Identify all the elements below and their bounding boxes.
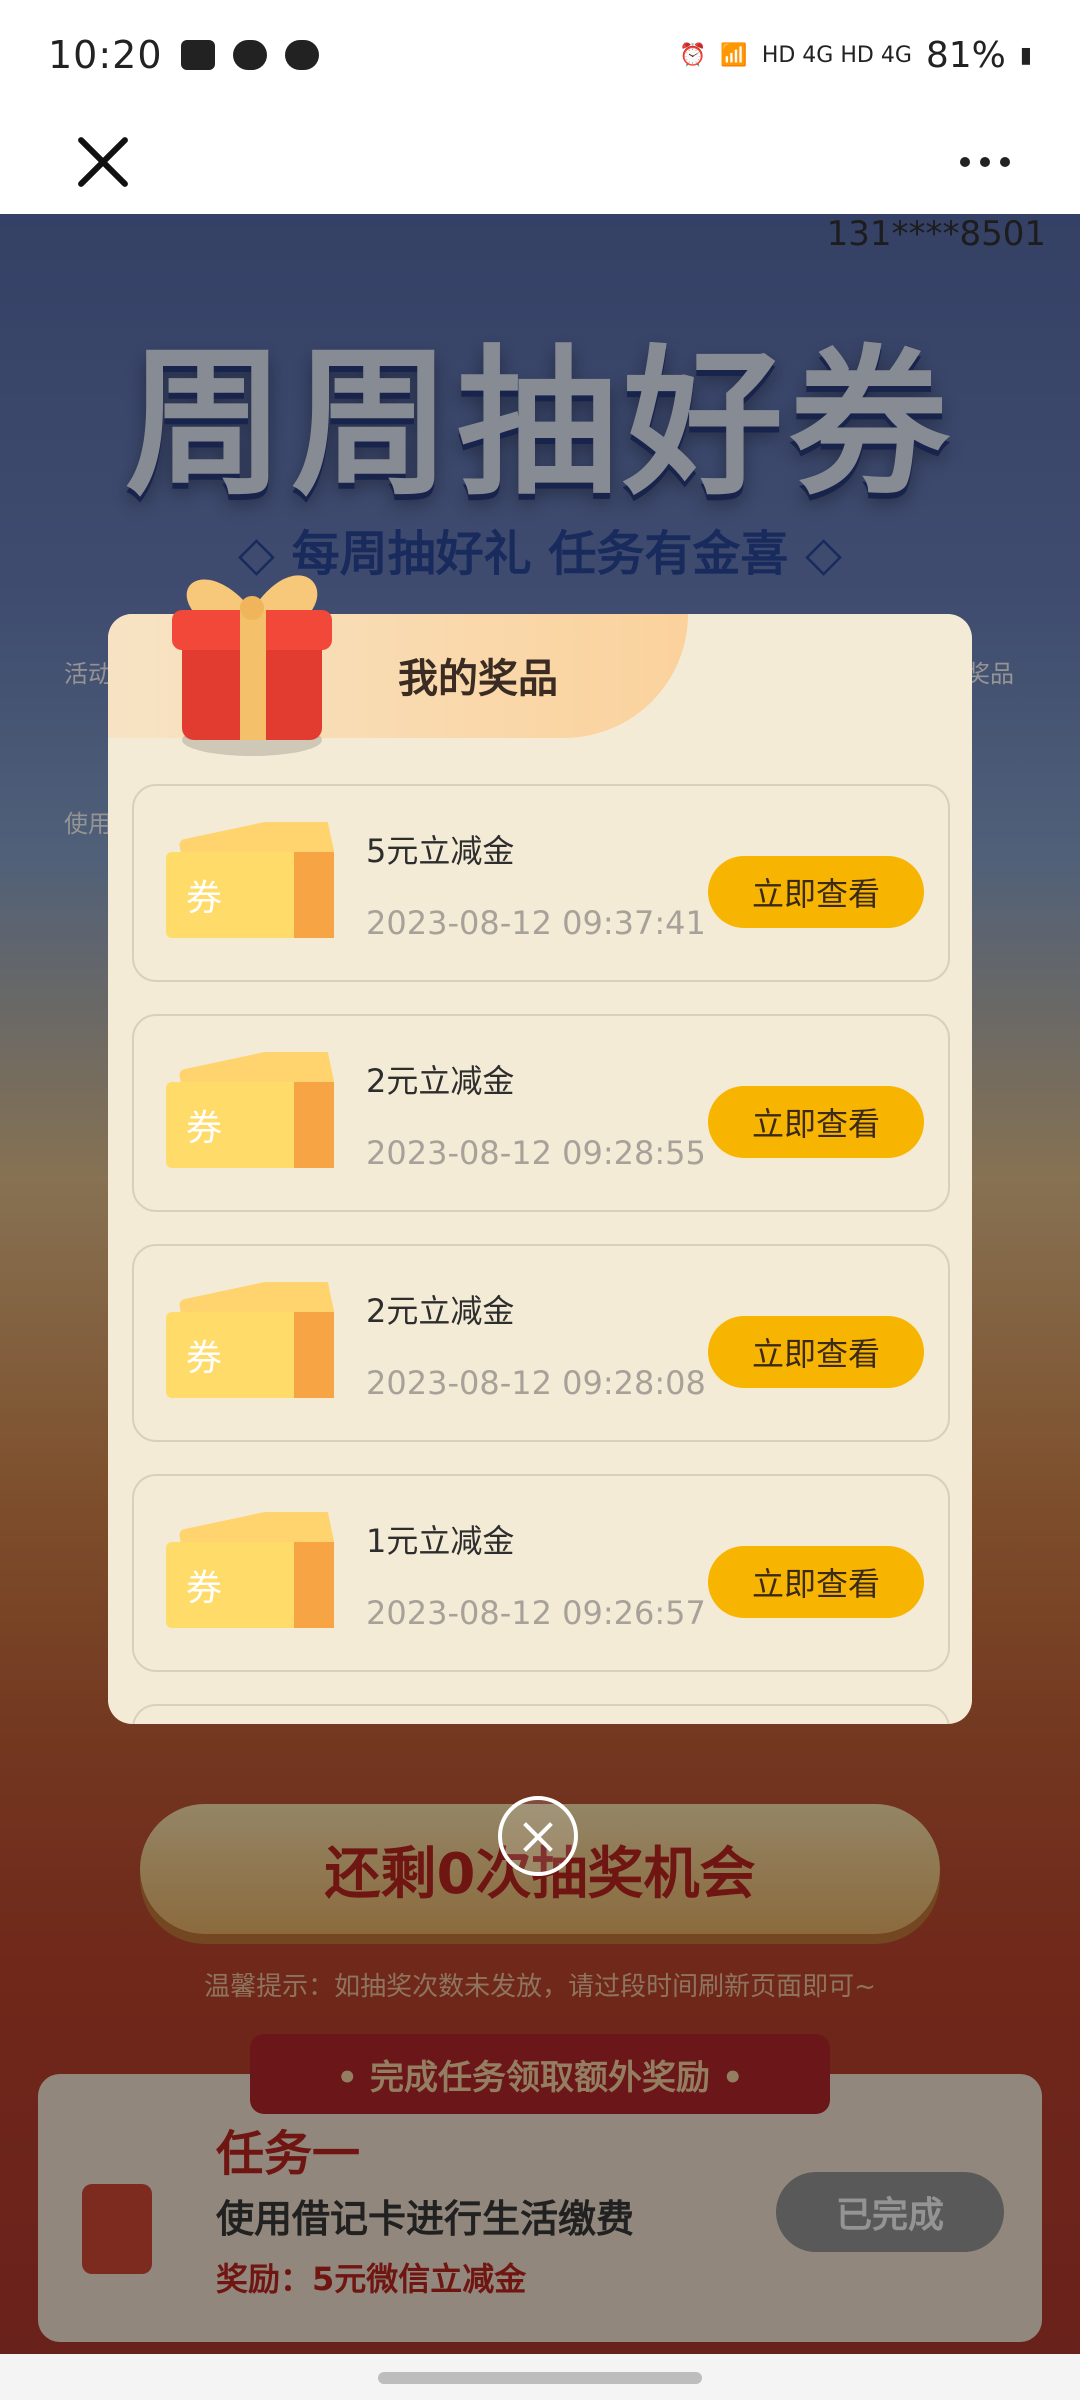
prize-name: 2元立减金 <box>366 1292 515 1330</box>
status-bar: 10:20 ⏰ 📶 HD 4G HD 4G 81% ▮ <box>0 0 1080 110</box>
status-time: 10:20 <box>48 33 163 77</box>
prize-item: 券 2元立减金 2023-08-12 09:28:08 立即查看 <box>132 1244 950 1442</box>
coupon-text: 券 <box>186 1568 222 1609</box>
prize-list: 券 5元立减金 2023-08-12 09:37:41 立即查看 券 2元立减金… <box>132 784 950 1724</box>
network-label: HD 4G HD 4G <box>761 42 912 68</box>
view-now-button[interactable]: 立即查看 <box>708 856 924 928</box>
coupon-text: 券 <box>186 1338 222 1379</box>
coupon-icon: 券 <box>166 1052 334 1168</box>
modal-title: 我的奖品 <box>398 656 558 702</box>
wifi-icon: 📶 <box>720 42 748 68</box>
coupon-text: 券 <box>186 878 222 919</box>
prize-time: 2023-08-12 09:28:55 <box>366 1134 706 1172</box>
view-now-button[interactable]: 立即查看 <box>708 1086 924 1158</box>
prize-name: 5元立减金 <box>366 832 515 870</box>
prize-time: 2023-08-12 09:28:08 <box>366 1364 706 1402</box>
gift-icon <box>172 575 332 756</box>
view-now-button[interactable]: 立即查看 <box>708 1316 924 1388</box>
view-now-button[interactable]: 立即查看 <box>708 1546 924 1618</box>
prize-time: 2023-08-12 09:26:57 <box>366 1594 706 1632</box>
prize-item: 券 5元立减金 2023-08-12 09:37:41 立即查看 <box>132 784 950 982</box>
status-right: ⏰ 📶 HD 4G HD 4G 81% ▮ <box>679 35 1032 76</box>
prize-item-partial <box>132 1704 950 1724</box>
prize-time: 2023-08-12 09:37:41 <box>366 904 706 942</box>
coupon-text: 券 <box>186 1108 222 1149</box>
gallery-icon <box>180 40 215 70</box>
coupon-icon: 券 <box>166 1282 334 1398</box>
home-gesture-handle[interactable] <box>378 2372 702 2384</box>
wechat-icon <box>232 40 267 70</box>
coupon-icon: 券 <box>166 1512 334 1628</box>
battery-icon: ▮ <box>1019 42 1032 68</box>
status-left: 10:20 <box>48 33 319 77</box>
title-bar <box>0 110 1080 214</box>
alarm-icon: ⏰ <box>679 42 707 68</box>
close-icon[interactable] <box>72 132 132 192</box>
coupon-icon: 券 <box>166 822 334 938</box>
circle-close-icon[interactable] <box>498 1796 578 1876</box>
more-icon[interactable] <box>960 157 1010 167</box>
message-icon <box>284 40 319 70</box>
prize-item: 券 1元立减金 2023-08-12 09:26:57 立即查看 <box>132 1474 950 1672</box>
prize-name: 1元立减金 <box>366 1522 515 1560</box>
prize-item: 券 2元立减金 2023-08-12 09:28:55 立即查看 <box>132 1014 950 1212</box>
battery-level: 81% <box>925 34 1006 76</box>
prize-name: 2元立减金 <box>366 1062 515 1100</box>
prize-modal: 我的奖品 券 5元立减金 2023-08-12 09:37:41 立即查看 券 … <box>108 614 972 1724</box>
